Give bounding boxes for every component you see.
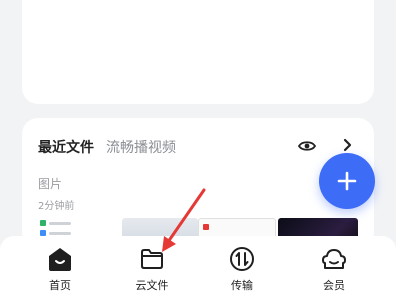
member-icon: [322, 249, 346, 269]
plus-icon: [337, 171, 357, 191]
home-icon: [49, 248, 71, 271]
top-card: [22, 0, 374, 104]
tab-transfer-label: 传输: [231, 279, 253, 292]
folder-icon: [141, 249, 163, 269]
section-label-images: 图片: [38, 177, 63, 191]
tab-member-label: 会员: [323, 279, 345, 292]
time-label: 2分钟前: [38, 201, 75, 212]
bottom-tab-bar: 首页 云文件 传输 会员: [0, 236, 396, 295]
tab-transfer[interactable]: 传输: [212, 246, 272, 292]
transfer-icon: [230, 247, 254, 271]
tab-home[interactable]: 首页: [30, 246, 90, 292]
tab-recent-files[interactable]: 最近文件: [38, 137, 94, 157]
add-button[interactable]: [319, 153, 375, 209]
tab-home-label: 首页: [49, 279, 71, 292]
tab-smooth-video[interactable]: 流畅播视频: [106, 137, 176, 157]
thumbnail-badge: [203, 224, 209, 230]
tab-member[interactable]: 会员: [304, 246, 364, 292]
eye-icon[interactable]: [298, 138, 316, 154]
chevron-right-icon[interactable]: [340, 137, 354, 153]
tab-cloud-files-label: 云文件: [135, 279, 169, 292]
tab-cloud-files[interactable]: 云文件: [122, 246, 182, 292]
